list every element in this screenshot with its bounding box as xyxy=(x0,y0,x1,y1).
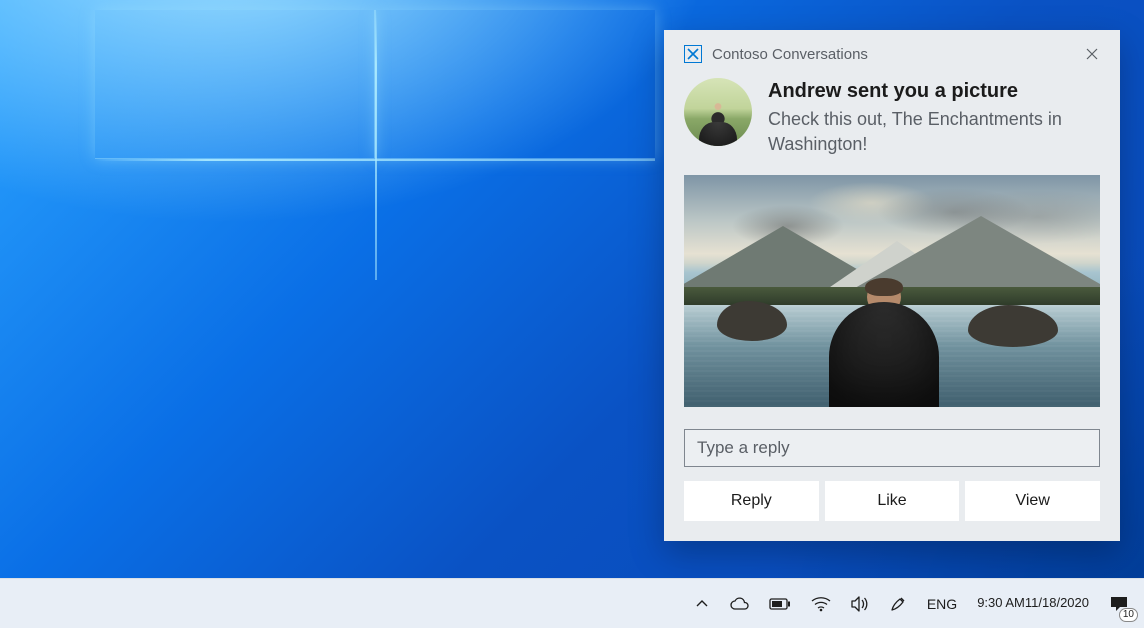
notification-hero-image xyxy=(684,175,1100,407)
clock-time: 9:30 AM xyxy=(977,596,1025,611)
onedrive-tray[interactable] xyxy=(722,584,756,624)
battery-tray[interactable] xyxy=(762,584,798,624)
app-name: Contoso Conversations xyxy=(712,46,868,63)
pen-icon xyxy=(889,595,907,613)
wallpaper-windows-outline xyxy=(95,10,655,280)
pen-tray[interactable] xyxy=(882,584,914,624)
notification-count-badge: 10 xyxy=(1119,608,1138,622)
reply-input[interactable] xyxy=(684,429,1100,467)
reply-button[interactable]: Reply xyxy=(684,481,819,521)
notification-title: Andrew sent you a picture xyxy=(768,78,1100,105)
cloud-icon xyxy=(729,597,749,611)
app-icon xyxy=(684,45,702,63)
close-button[interactable] xyxy=(1078,40,1106,68)
wifi-tray[interactable] xyxy=(804,584,838,624)
clock-date: 11/18/2020 xyxy=(1025,596,1089,611)
battery-icon xyxy=(769,598,791,610)
taskbar: ENG 9:30 AM 11/18/2020 10 xyxy=(0,578,1144,628)
notification-toast: Contoso Conversations Andrew sent you a … xyxy=(664,30,1120,541)
notification-actions: Reply Like View xyxy=(684,481,1100,521)
tray-overflow-button[interactable] xyxy=(688,584,716,624)
wifi-icon xyxy=(811,596,831,612)
action-center-button[interactable]: 10 xyxy=(1102,584,1136,624)
language-indicator[interactable]: ENG xyxy=(920,584,964,624)
chevron-up-icon xyxy=(695,597,709,611)
clock[interactable]: 9:30 AM 11/18/2020 xyxy=(970,584,1096,624)
toast-header: Contoso Conversations xyxy=(664,30,1120,74)
notification-body: Check this out, The Enchantments in Wash… xyxy=(768,107,1100,157)
like-button[interactable]: Like xyxy=(825,481,960,521)
speaker-icon xyxy=(851,596,869,612)
sender-avatar xyxy=(684,78,752,146)
view-button[interactable]: View xyxy=(965,481,1100,521)
volume-tray[interactable] xyxy=(844,584,876,624)
system-tray: ENG 9:30 AM 11/18/2020 10 xyxy=(688,584,1136,624)
close-icon xyxy=(1086,48,1098,60)
